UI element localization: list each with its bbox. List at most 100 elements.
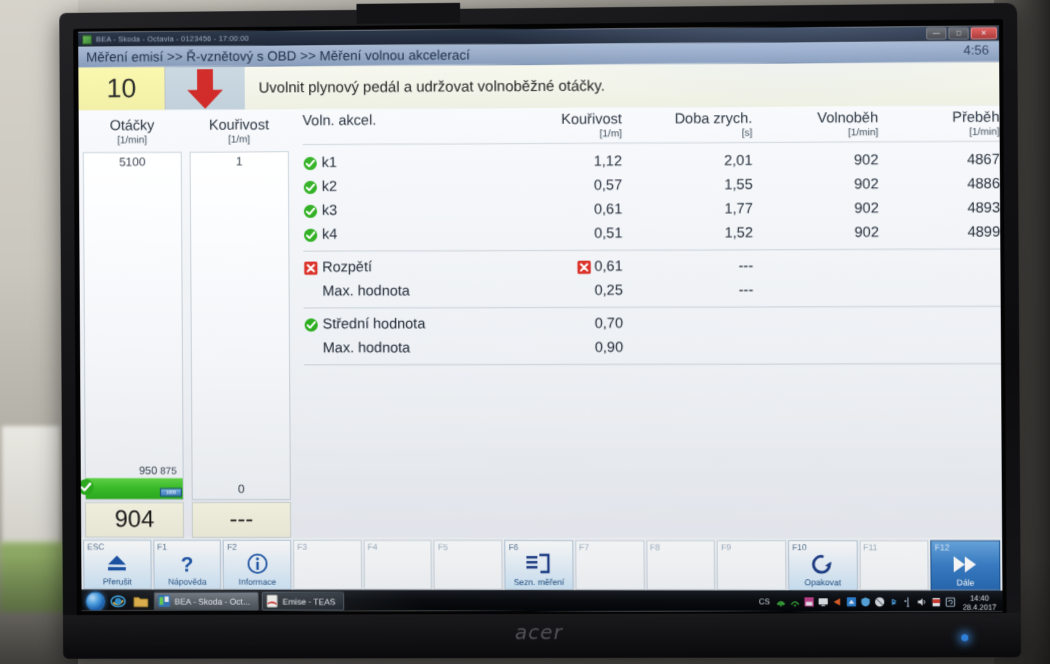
folder-explorer-icon[interactable] xyxy=(131,591,151,610)
row-label-cell: k3 xyxy=(303,202,492,219)
th-doba-zrych-title: Doba zrych. xyxy=(674,110,753,128)
th-prebeh-unit: [1/min] xyxy=(969,126,1000,138)
row-overrun: 4899 xyxy=(967,224,1001,241)
taskbar-clock[interactable]: 14:40 28.4.2017 xyxy=(963,593,997,611)
table-row[interactable]: k2 0,57 1,55 902 4886 xyxy=(303,172,1000,199)
row-smoke: 0,51 xyxy=(594,225,623,242)
check-ok-icon xyxy=(304,156,318,171)
fkey-f12-dale[interactable]: F12 Dále xyxy=(930,540,1001,591)
tray-language-indicator[interactable]: CS xyxy=(759,597,770,606)
instruction-wrap: Uvolnit plynový pedál a udržovat volnobě… xyxy=(244,62,1000,110)
gauge-rpm-marker: 1000 xyxy=(159,488,182,498)
results-table: Voln. akcel. Kouřivost [1/m] Doba zrych.… xyxy=(292,106,1002,539)
fkey-code: F3 xyxy=(297,541,308,552)
refresh-tray-icon[interactable] xyxy=(944,597,955,608)
system-tray: CS 14:40 28.4.2017 xyxy=(759,590,1001,611)
th-volnobeh-title: Volnoběh xyxy=(817,110,879,127)
row-label: k1 xyxy=(321,154,337,171)
power-led-indicator xyxy=(961,634,969,642)
wireless-signal-icon[interactable] xyxy=(775,596,786,607)
row-time: 1,52 xyxy=(724,225,754,242)
double-arrow-right-icon xyxy=(951,552,979,576)
fkey-code: F12 xyxy=(934,542,950,553)
monitor: V196WL BEA - Skoda - Octavia - 0123456 -… xyxy=(59,2,1022,659)
fkey-f7: F7 xyxy=(575,540,645,591)
arrow-cell xyxy=(165,67,245,110)
table-row-stredni-hodnota[interactable]: Střední hodnota 0,70 xyxy=(304,311,1001,337)
table-row[interactable]: k3 0,61 1,77 902 4893 xyxy=(303,196,1000,223)
gauge-opacity-track: 1 0 xyxy=(189,151,291,500)
fkey-f6-sezn-mereni[interactable]: F6 Sezn. měření xyxy=(504,539,574,591)
fkey-code: F1 xyxy=(157,541,167,552)
app-tray-icon-2[interactable] xyxy=(845,596,856,607)
info-circle-icon xyxy=(246,552,268,576)
network-signal-icon[interactable] xyxy=(789,596,800,607)
check-ok-icon xyxy=(304,228,319,243)
th-volnobeh-unit: [1/min] xyxy=(848,127,879,139)
gauge-panel: Otáčky [1/min] 5100 950 875 1000 904 Kou… xyxy=(78,109,295,538)
breadcrumb-text: Měření emisí >> Ř-vznětový s OBD >> Měře… xyxy=(86,46,470,65)
row-smoke: 0,57 xyxy=(593,177,623,194)
volume-icon[interactable] xyxy=(916,597,927,608)
row-label: k2 xyxy=(321,178,338,195)
table-row[interactable]: k4 0,51 1,52 902 4899 xyxy=(303,220,1000,247)
window-controls[interactable]: — □ ✕ xyxy=(926,27,998,40)
gauge-rpm-max: 5100 xyxy=(119,154,146,169)
table-row-rozpeti[interactable]: Rozpětí 0,61 --- xyxy=(303,253,1000,279)
gauge-opacity-min: 0 xyxy=(237,482,245,497)
gauge-rpm-tick-low: 875 xyxy=(160,466,177,478)
windows-start-orb[interactable] xyxy=(85,590,106,611)
fkey-f10-opakovat[interactable]: F10 Opakovat xyxy=(787,540,858,591)
maximize-button[interactable]: □ xyxy=(948,27,969,40)
usb-tray-icon[interactable] xyxy=(902,596,913,607)
task-button-bea[interactable]: BEA - Skoda - Oct... xyxy=(153,591,259,611)
gauge-rpm-title: Otáčky xyxy=(109,118,155,135)
app-tray-icon-1[interactable] xyxy=(803,596,814,607)
question-mark-icon: ? xyxy=(177,552,197,576)
bluetooth-icon[interactable] xyxy=(888,596,899,607)
function-key-bar: ESC Přerušit F1 ? Nápověda F2 Informace xyxy=(81,537,1003,591)
th-doba-zrych: Doba zrych. [s] xyxy=(622,111,753,140)
fkey-label: Sezn. měření xyxy=(513,576,565,588)
th-prebeh: Přeběh [1/min] xyxy=(878,110,999,139)
row-idle: 902 xyxy=(854,200,879,217)
row-label-cell: k2 xyxy=(303,178,492,195)
row-label: Max. hodnota xyxy=(322,340,411,357)
fkey-code: F5 xyxy=(437,541,448,552)
disabled-tray-icon[interactable] xyxy=(874,596,885,607)
monitor-chin: acer xyxy=(62,612,1022,659)
clock-time: 14:40 xyxy=(969,593,990,603)
fkey-esc-prerusit[interactable]: ESC Přerušit xyxy=(83,539,152,590)
gauge-opacity-title: Kouřivost xyxy=(208,117,270,134)
fkey-code: F8 xyxy=(649,542,660,553)
gauge-opacity: Kouřivost [1/m] 1 0 --- xyxy=(189,113,292,538)
desk-paper xyxy=(2,426,60,546)
monitor-tray-icon[interactable] xyxy=(817,596,828,607)
list-icon xyxy=(526,552,552,576)
row-smoke-value: 0,61 xyxy=(594,258,623,275)
fkey-f1-napoveda[interactable]: F1 ? Nápověda xyxy=(153,539,222,590)
close-button[interactable]: ✕ xyxy=(970,27,998,40)
shield-tray-icon[interactable] xyxy=(860,596,871,607)
flag-tray-icon[interactable] xyxy=(930,597,941,608)
fkey-f2-informace[interactable]: F2 Informace xyxy=(223,539,292,590)
fkey-code: F11 xyxy=(863,542,878,553)
fkey-f8: F8 xyxy=(645,540,716,591)
task-button-teas[interactable]: Emise - TEAS xyxy=(261,591,345,611)
check-ok-icon xyxy=(304,204,318,219)
internet-explorer-icon[interactable] xyxy=(108,591,128,610)
gauge-rpm-head: Otáčky [1/min] xyxy=(83,114,182,146)
table-row[interactable]: k1 1,12 2,01 902 4867 xyxy=(303,148,1000,175)
fkey-label: Informace xyxy=(238,576,277,587)
play-tray-icon[interactable] xyxy=(831,596,842,607)
countdown-counter: 10 xyxy=(78,67,166,111)
minimize-button[interactable]: — xyxy=(926,27,947,40)
cross-fail-icon xyxy=(576,259,591,274)
gauge-opacity-value: --- xyxy=(191,501,292,538)
fkey-code: F4 xyxy=(367,541,378,552)
row-smoke: 0,70 xyxy=(594,315,624,332)
fkey-code: F7 xyxy=(579,542,590,553)
gauge-rpm-value: 904 xyxy=(84,501,185,538)
row-smoke: 0,25 xyxy=(594,282,623,299)
row-label: k4 xyxy=(322,226,338,243)
